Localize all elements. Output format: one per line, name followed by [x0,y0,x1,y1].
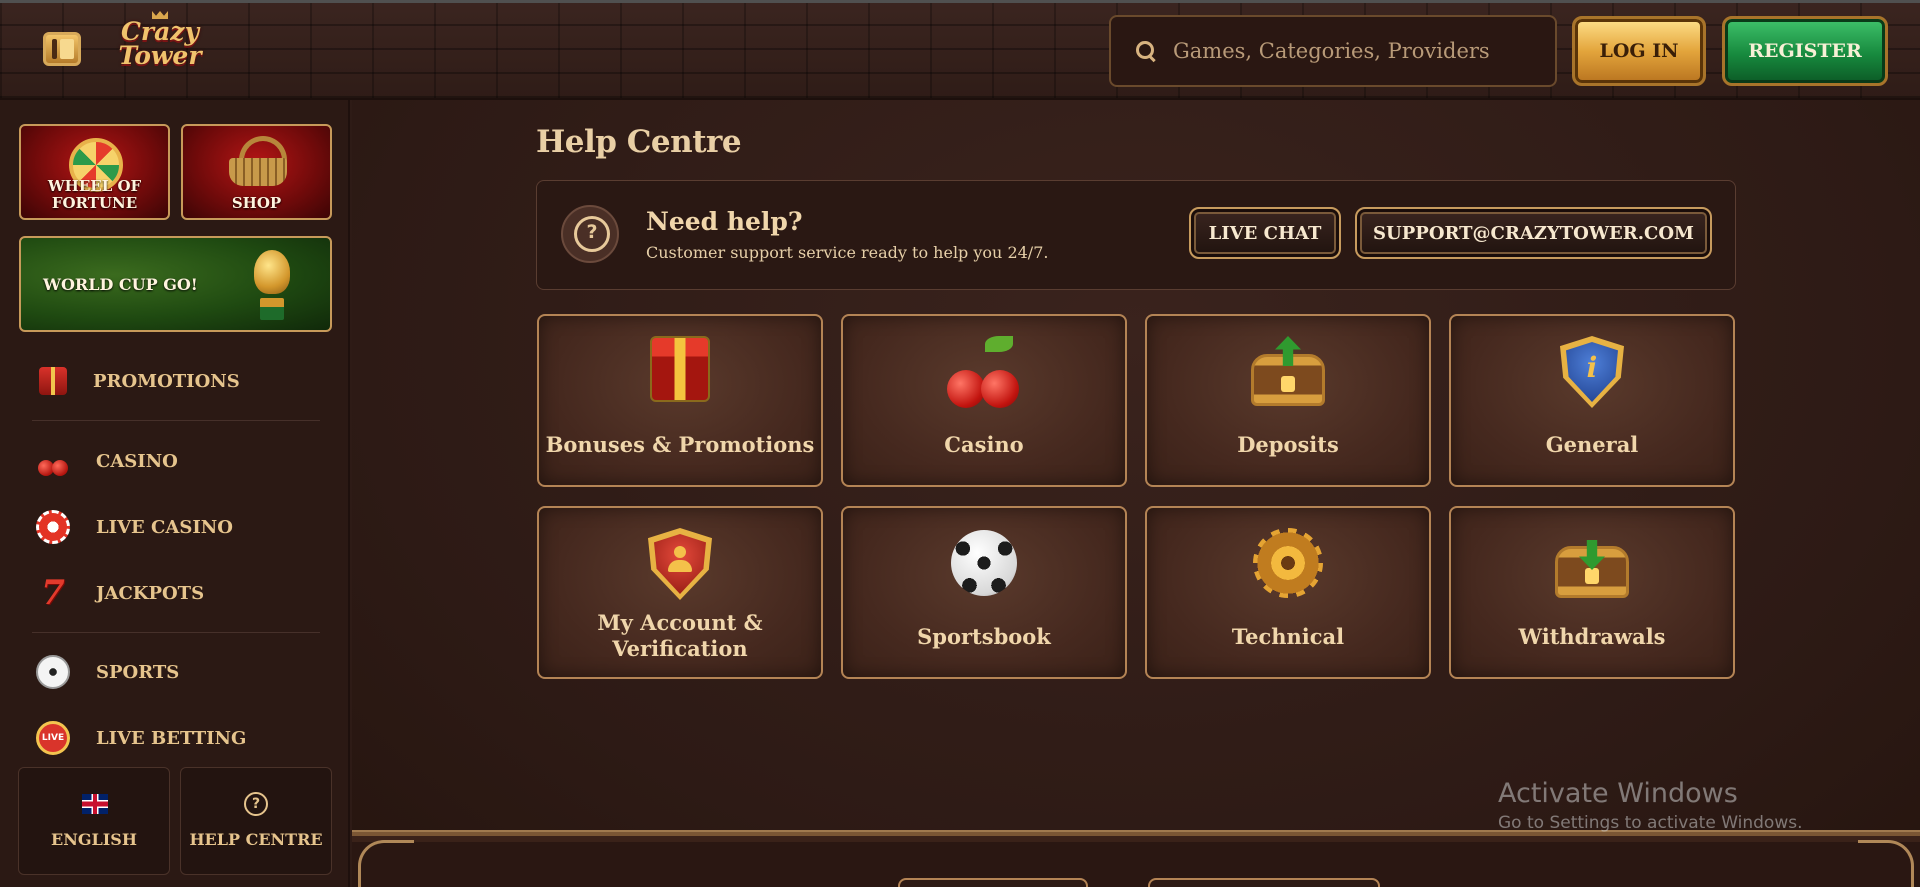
top-bar: Crazy Tower LOG IN REGISTER [0,0,1920,100]
sidebar-item-label: CASINO [96,450,178,472]
help-centre-label: HELP CENTRE [189,830,323,849]
sidebar-item-promotions[interactable]: PROMOTIONS [36,358,326,404]
category-label: Bonuses & Promotions [545,432,815,457]
category-label: Technical [1231,624,1345,649]
help-banner-title: Need help? [646,207,803,236]
sidebar-item-label: SPORTS [96,661,180,683]
category-card-general[interactable]: i General [1449,314,1735,487]
help-banner-subtitle: Customer support service ready to help y… [646,243,1049,262]
sidebar-toggle-icon[interactable] [43,32,81,66]
casino-chip-icon [36,510,70,544]
category-label: My Account & Verification [597,610,763,661]
sidebar-item-live-betting[interactable]: LIVE LIVE BETTING [36,715,326,761]
windows-activation-watermark: Activate Windows Go to Settings to activ… [1498,778,1803,833]
crown-icon [152,11,168,19]
sidebar-item-casino[interactable]: CASINO [36,438,326,484]
category-card-technical[interactable]: Technical [1145,506,1431,679]
login-button[interactable]: LOG IN [1572,16,1706,86]
world-cup-label: WORLD CUP GO! [43,275,198,294]
ornament-icon [358,840,414,887]
search-input[interactable] [1173,39,1533,63]
world-cup-tile[interactable]: WORLD CUP GO! [19,236,332,332]
category-card-casino[interactable]: Casino [841,314,1127,487]
nav-divider [32,632,320,633]
category-label: General [1545,432,1639,457]
gear-icon [1253,528,1323,598]
language-selector[interactable]: ENGLISH [18,767,170,875]
shop-tile[interactable]: SHOP [181,124,332,220]
category-label: Sportsbook [917,624,1051,649]
live-badge-icon: LIVE [36,721,70,755]
live-chat-button[interactable]: LIVE CHAT [1189,207,1341,259]
sidebar-item-sports[interactable]: SPORTS [36,649,326,695]
category-card-my-account[interactable]: My Account & Verification [537,506,823,679]
crazy-tower-logo[interactable]: Crazy Tower [118,11,202,86]
trophy-icon [250,250,294,322]
sidebar: WHEEL OF FORTUNE SHOP WORLD CUP GO! PROM… [0,100,350,887]
wheel-of-fortune-label: WHEEL OF FORTUNE [47,177,142,212]
gift-icon [650,336,710,402]
help-centre-link[interactable]: ? HELP CENTRE [180,767,332,875]
category-card-bonuses[interactable]: Bonuses & Promotions [537,314,823,487]
sidebar-item-label: PROMOTIONS [93,370,240,392]
watermark-title: Activate Windows [1498,778,1738,809]
account-shield-icon [648,528,712,600]
chest-deposit-icon [1251,336,1325,406]
register-button[interactable]: REGISTER [1722,16,1888,86]
support-email-button[interactable]: SUPPORT@CRAZYTOWER.COM [1355,207,1712,259]
category-label: Withdrawals [1518,624,1666,649]
page-title: Help Centre [536,124,742,160]
soccer-ball-icon [951,530,1017,596]
wheel-of-fortune-tile[interactable]: WHEEL OF FORTUNE [19,124,170,220]
category-label: Casino [944,432,1024,457]
footer-button[interactable] [1148,878,1380,887]
sidebar-item-label: LIVE CASINO [96,516,233,538]
main-content: Help Centre Need help? Customer support … [352,100,1920,887]
nav-divider [32,420,320,421]
ornament-icon [1858,840,1914,887]
category-card-deposits[interactable]: Deposits [1145,314,1431,487]
cherry-icon [36,444,70,478]
sidebar-item-label: LIVE BETTING [96,727,247,749]
language-label: ENGLISH [51,830,137,849]
help-question-icon [561,205,619,263]
question-icon: ? [244,792,268,816]
sidebar-item-label: JACKPOTS [96,582,205,604]
sidebar-item-jackpots[interactable]: 7 JACKPOTS [36,570,326,616]
help-banner: Need help? Customer support service read… [536,180,1736,290]
category-card-withdrawals[interactable]: Withdrawals [1449,506,1735,679]
category-card-sportsbook[interactable]: Sportsbook [841,506,1127,679]
cherry-icon [947,336,1021,408]
gift-icon [39,367,67,395]
footer-frame [352,830,1920,887]
category-label: Deposits [1237,432,1339,457]
seven-icon: 7 [41,573,65,613]
search-icon [1135,40,1157,62]
soccer-ball-icon [36,655,70,689]
basket-icon [229,136,287,186]
footer-button[interactable] [898,878,1088,887]
chest-withdraw-icon [1555,528,1629,598]
uk-flag-icon [82,794,108,814]
info-shield-icon: i [1560,336,1624,408]
search-bar[interactable] [1109,15,1557,87]
watermark-subtitle: Go to Settings to activate Windows. [1498,813,1803,833]
shop-label: SHOP [231,194,282,212]
sidebar-item-live-casino[interactable]: LIVE CASINO [36,504,326,550]
